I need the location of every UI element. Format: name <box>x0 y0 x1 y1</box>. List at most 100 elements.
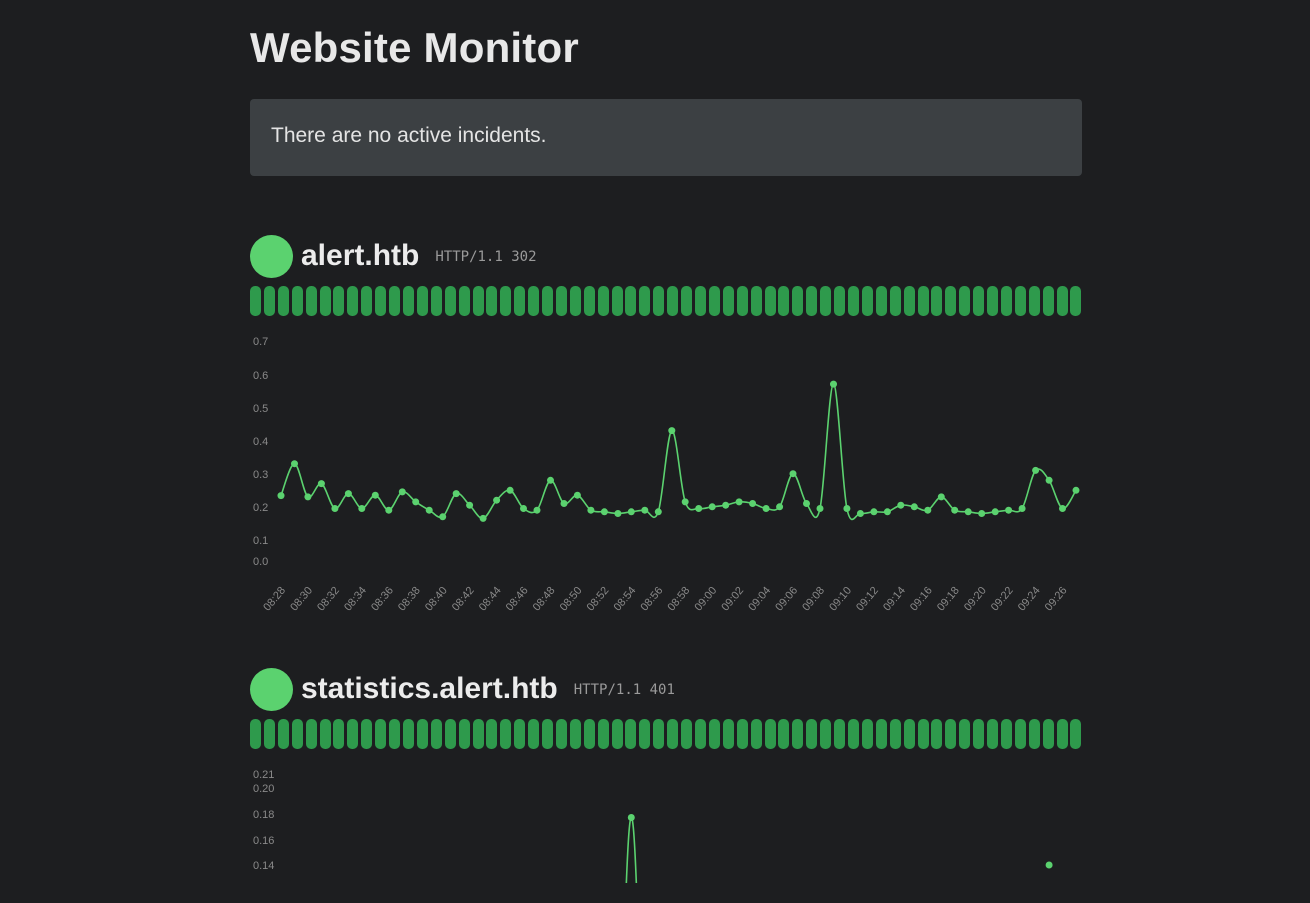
uptime-check-bar[interactable] <box>333 719 345 749</box>
data-point[interactable] <box>547 476 554 484</box>
data-point[interactable] <box>385 506 393 514</box>
data-point[interactable] <box>735 498 743 506</box>
site-name[interactable]: statistics.alert.htb <box>301 672 558 705</box>
uptime-check-bar[interactable] <box>625 719 637 749</box>
uptime-check-bar[interactable] <box>319 286 331 316</box>
uptime-check-bar[interactable] <box>639 286 651 316</box>
uptime-check-bar[interactable] <box>1056 719 1068 749</box>
uptime-check-bar[interactable] <box>653 719 665 749</box>
uptime-check-bar[interactable] <box>625 286 637 316</box>
data-point[interactable] <box>991 508 999 516</box>
uptime-check-bar[interactable] <box>875 719 887 749</box>
uptime-check-bar[interactable] <box>542 286 554 316</box>
uptime-check-bar[interactable] <box>667 286 679 316</box>
uptime-check-bar[interactable] <box>945 286 957 316</box>
uptime-check-bar[interactable] <box>931 719 943 749</box>
uptime-check-bar[interactable] <box>806 286 818 316</box>
uptime-check-bar[interactable] <box>472 286 484 316</box>
data-point[interactable] <box>439 513 447 521</box>
uptime-check-bar[interactable] <box>959 719 971 749</box>
data-point[interactable] <box>1005 506 1013 514</box>
data-point[interactable] <box>291 460 298 468</box>
uptime-check-bar[interactable] <box>834 286 846 316</box>
uptime-check-bar[interactable] <box>375 286 387 316</box>
uptime-check-bar[interactable] <box>917 286 929 316</box>
uptime-check-bar[interactable] <box>764 719 776 749</box>
uptime-check-bar[interactable] <box>500 286 512 316</box>
uptime-check-bar[interactable] <box>500 719 512 749</box>
uptime-check-bar[interactable] <box>695 719 706 749</box>
uptime-check-bar[interactable] <box>291 719 303 749</box>
uptime-check-bar[interactable] <box>987 286 999 316</box>
data-point[interactable] <box>600 508 608 516</box>
uptime-check-bar[interactable] <box>973 286 985 316</box>
data-point[interactable] <box>1018 505 1026 512</box>
data-point[interactable] <box>964 508 972 516</box>
data-point[interactable] <box>533 506 541 514</box>
uptime-check-bar[interactable] <box>583 719 595 749</box>
uptime-check-bar[interactable] <box>611 719 623 749</box>
uptime-check-bar[interactable] <box>945 719 957 749</box>
uptime-check-bar[interactable] <box>681 719 693 749</box>
uptime-check-bar[interactable] <box>903 719 915 749</box>
data-point[interactable] <box>358 505 366 512</box>
uptime-check-bar[interactable] <box>263 286 275 316</box>
uptime-check-bar[interactable] <box>291 286 303 316</box>
data-point[interactable] <box>277 492 285 500</box>
uptime-check-bar[interactable] <box>653 286 665 316</box>
uptime-check-bar[interactable] <box>514 286 526 316</box>
data-point[interactable] <box>856 510 864 517</box>
uptime-check-bar[interactable] <box>834 719 846 749</box>
uptime-check-bar[interactable] <box>917 719 929 749</box>
uptime-check-bar[interactable] <box>1014 286 1026 316</box>
uptime-check-bar[interactable] <box>555 719 567 749</box>
data-point[interactable] <box>560 500 568 507</box>
data-point[interactable] <box>816 505 824 512</box>
uptime-check-bar[interactable] <box>889 286 901 316</box>
data-point[interactable] <box>573 491 581 499</box>
data-point[interactable] <box>479 514 487 522</box>
uptime-check-bar[interactable] <box>389 286 401 316</box>
site-name[interactable]: alert.htb <box>301 239 419 272</box>
uptime-check-bar[interactable] <box>402 719 414 749</box>
data-point[interactable] <box>843 505 851 512</box>
uptime-check-bar[interactable] <box>875 286 887 316</box>
uptime-check-bar[interactable] <box>486 719 498 749</box>
uptime-check-bar[interactable] <box>1000 719 1012 749</box>
uptime-check-bar[interactable] <box>820 286 832 316</box>
uptime-check-bar[interactable] <box>597 286 609 316</box>
data-point[interactable] <box>452 490 460 498</box>
uptime-check-bar[interactable] <box>583 286 595 316</box>
uptime-check-bar[interactable] <box>333 286 345 316</box>
data-point[interactable] <box>425 506 433 514</box>
uptime-check-bar[interactable] <box>347 719 359 749</box>
uptime-check-bar[interactable] <box>389 719 401 749</box>
uptime-check-bar[interactable] <box>528 286 540 316</box>
data-point[interactable] <box>910 503 918 511</box>
uptime-check-bar[interactable] <box>375 719 387 749</box>
uptime-check-bar[interactable] <box>750 286 762 316</box>
uptime-check-bar[interactable] <box>708 286 720 316</box>
data-point[interactable] <box>883 508 891 516</box>
data-point[interactable] <box>789 470 797 478</box>
uptime-check-bar[interactable] <box>861 286 873 316</box>
uptime-check-bar[interactable] <box>277 719 289 749</box>
uptime-check-bar[interactable] <box>555 286 567 316</box>
uptime-check-bar[interactable] <box>597 719 609 749</box>
data-point[interactable] <box>681 498 689 506</box>
uptime-check-bar[interactable] <box>695 286 706 316</box>
uptime-check-bar[interactable] <box>569 286 581 316</box>
uptime-check-bar[interactable] <box>889 719 901 749</box>
data-point[interactable] <box>1032 466 1040 474</box>
uptime-check-bar[interactable] <box>1042 719 1054 749</box>
uptime-check-bar[interactable] <box>305 286 317 316</box>
uptime-check-bar[interactable] <box>1070 719 1082 749</box>
uptime-check-bar[interactable] <box>569 719 581 749</box>
uptime-check-bar[interactable] <box>542 719 554 749</box>
data-point[interactable] <box>924 506 932 514</box>
data-point[interactable] <box>641 506 649 514</box>
uptime-check-bar[interactable] <box>319 719 331 749</box>
uptime-check-bar[interactable] <box>987 719 999 749</box>
uptime-check-bar[interactable] <box>305 719 317 749</box>
uptime-check-bar[interactable] <box>722 286 734 316</box>
